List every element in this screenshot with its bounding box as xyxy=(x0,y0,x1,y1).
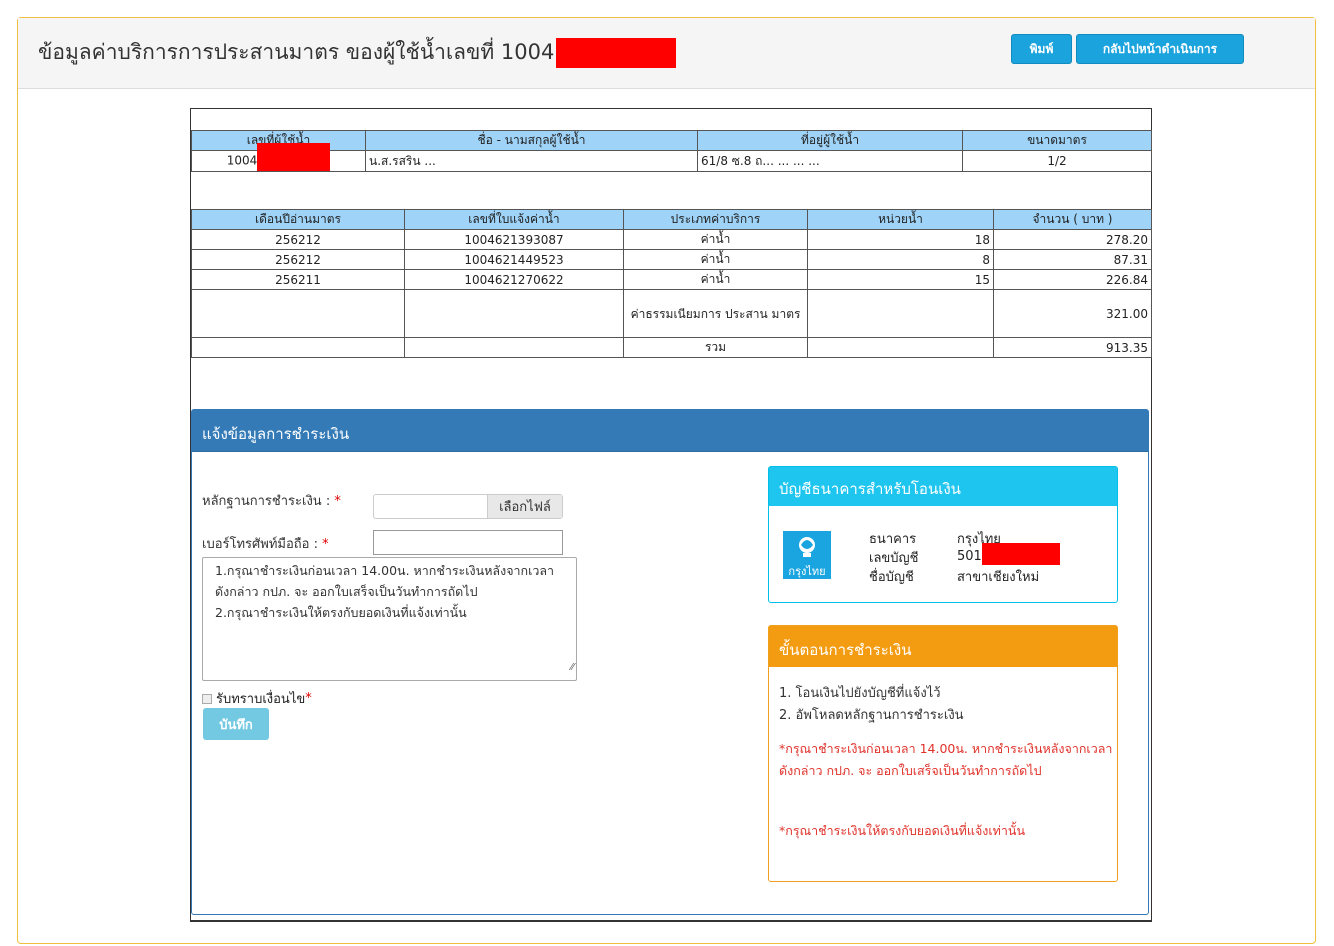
customer-table: เลขที่ผู้ใช้น้ำ ชื่อ - นามสกุลผู้ใช้น้ำ … xyxy=(191,130,1152,172)
table-row: 1004 น.ส.รสริน ... 61/8 ซ.8 ถ... ... ...… xyxy=(191,143,1152,172)
account-name-value: สาขาเชียงใหม่ xyxy=(957,570,1040,585)
col-header: ที่อยู่ผู้ใช้น้ำ xyxy=(697,130,963,151)
total-amount: 913.35 xyxy=(993,337,1152,358)
table-cell: 61/8 ซ.8 ถ... ... ... ... xyxy=(697,150,963,172)
col-header: จำนวน ( บาท ) xyxy=(993,209,1152,230)
table-cell: ค่าน้ำ xyxy=(623,229,808,250)
print-button[interactable]: พิมพ์ xyxy=(1011,34,1072,64)
table-row: ค่าธรรมเนียมการ ประสาน มาตร 321.00 xyxy=(191,289,1152,338)
table-cell xyxy=(191,337,405,358)
bank-panel: บัญชีธนาคารสำหรับโอนเงิน กรุงไทย ธนาคาร … xyxy=(768,466,1118,603)
table-cell xyxy=(807,289,994,338)
table-cell: 278.20 xyxy=(993,229,1152,250)
table-row: รวม 913.35 xyxy=(191,337,1152,358)
accept-terms-checkbox[interactable]: รับทราบเงื่อนไข * xyxy=(202,688,312,709)
step-1: 1. โอนเงินไปยังบัญชีที่แจ้งไว้ xyxy=(779,686,941,701)
bank-label: ธนาคาร xyxy=(869,532,917,547)
warning-amount: *กรุณาชำระเงินให้ตรงกับยอดเงินที่แจ้งเท่… xyxy=(779,823,1025,838)
table-cell: 15 xyxy=(807,269,994,290)
total-label: รวม xyxy=(623,337,808,358)
table-cell: 1004 xyxy=(191,143,366,172)
col-header: ชื่อ - นามสกุลผู้ใช้น้ำ xyxy=(365,130,698,151)
steps-heading: ขั้นตอนการชำระเงิน xyxy=(769,626,1117,667)
resize-grip-icon[interactable]: ⁄⁄ xyxy=(571,657,574,678)
redacted-block xyxy=(257,143,331,171)
redacted-block xyxy=(981,543,1060,565)
table-cell: 226.84 xyxy=(993,269,1152,290)
table-cell: ค่าน้ำ xyxy=(623,249,808,270)
table-cell xyxy=(404,337,624,358)
table-cell: น.ส.รสริน ... xyxy=(365,150,698,172)
main-panel: ข้อมูลค่าบริการการประสานมาตร ของผู้ใช้น้… xyxy=(17,17,1316,944)
save-button[interactable]: บันทึก xyxy=(203,708,269,740)
table-cell: 1/2 xyxy=(962,150,1152,172)
panel-header: ข้อมูลค่าบริการการประสานมาตร ของผู้ใช้น้… xyxy=(18,18,1315,89)
page-title: ข้อมูลค่าบริการการประสานมาตร ของผู้ใช้น้… xyxy=(38,36,677,69)
file-upload[interactable]: เลือกไฟล์ xyxy=(373,494,563,519)
table-cell xyxy=(404,289,624,338)
account-name-label: ชื่อบัญชี xyxy=(869,570,914,585)
col-header: ประเภทค่าบริการ xyxy=(623,209,808,230)
col-header: เดือนปีอ่านมาตร xyxy=(191,209,405,230)
table-cell: 1004621449523 xyxy=(404,249,624,270)
table-cell xyxy=(191,289,405,338)
account-value: 501 xyxy=(957,543,1060,565)
col-header: เลขที่ใบแจ้งค่าน้ำ xyxy=(404,209,624,230)
fee-label: ค่าธรรมเนียมการ ประสาน มาตร xyxy=(623,289,808,338)
table-cell: 1004621393087 xyxy=(404,229,624,250)
steps-panel: ขั้นตอนการชำระเงิน 1. โอนเงินไปยังบัญชีท… xyxy=(768,625,1118,882)
krungthai-logo: กรุงไทย xyxy=(783,531,831,579)
table-cell: 18 xyxy=(807,229,994,250)
step-2: 2. อัพโหลดหลักฐานการชำระเงิน xyxy=(779,708,964,723)
bank-heading: บัญชีธนาคารสำหรับโอนเงิน xyxy=(769,467,1117,506)
fee-amount: 321.00 xyxy=(993,289,1152,338)
table-cell: ค่าน้ำ xyxy=(623,269,808,290)
account-label: เลขบัญชี xyxy=(869,551,919,566)
payment-panel: แจ้งข้อมูลการชำระเงิน หลักฐานการชำระเงิน… xyxy=(191,409,1149,915)
table-cell: 256212 xyxy=(191,249,405,270)
file-name-field[interactable] xyxy=(374,495,487,518)
col-header: ขนาดมาตร xyxy=(962,130,1152,151)
proof-label: หลักฐานการชำระเงิน : * xyxy=(202,494,341,509)
col-header: หน่วยน้ำ xyxy=(807,209,994,230)
terms-textarea[interactable]: 1.กรุณาชำระเงินก่อนเวลา 14.00น. หากชำระเ… xyxy=(202,557,577,681)
table-cell: 1004621270622 xyxy=(404,269,624,290)
table-cell: 8 xyxy=(807,249,994,270)
redacted-block xyxy=(556,37,677,68)
phone-input[interactable] xyxy=(373,530,563,555)
bank-emblem-icon xyxy=(799,537,815,557)
checkbox-icon[interactable] xyxy=(202,693,212,704)
bill-table: เดือนปีอ่านมาตร เลขที่ใบแจ้งค่าน้ำ ประเภ… xyxy=(191,209,1152,358)
back-button[interactable]: กลับไปหน้าดำเนินการ xyxy=(1076,34,1244,64)
table-row: 256211 1004621270622 ค่าน้ำ 15 226.84 xyxy=(191,269,1152,290)
choose-file-button[interactable]: เลือกไฟล์ xyxy=(487,495,562,518)
table-cell: 87.31 xyxy=(993,249,1152,270)
phone-label: เบอร์โทรศัพท์มือถือ : * xyxy=(202,537,329,552)
payment-heading: แจ้งข้อมูลการชำระเงิน xyxy=(192,410,1148,452)
content-area: เลขที่ผู้ใช้น้ำ ชื่อ - นามสกุลผู้ใช้น้ำ … xyxy=(190,108,1152,922)
table-row: 256212 1004621449523 ค่าน้ำ 8 87.31 xyxy=(191,249,1152,270)
table-cell: 256211 xyxy=(191,269,405,290)
warning-time: *กรุณาชำระเงินก่อนเวลา 14.00น. หากชำระเง… xyxy=(779,741,1113,778)
table-cell: 256212 xyxy=(191,229,405,250)
table-row: 256212 1004621393087 ค่าน้ำ 18 278.20 xyxy=(191,229,1152,250)
table-cell xyxy=(807,337,994,358)
